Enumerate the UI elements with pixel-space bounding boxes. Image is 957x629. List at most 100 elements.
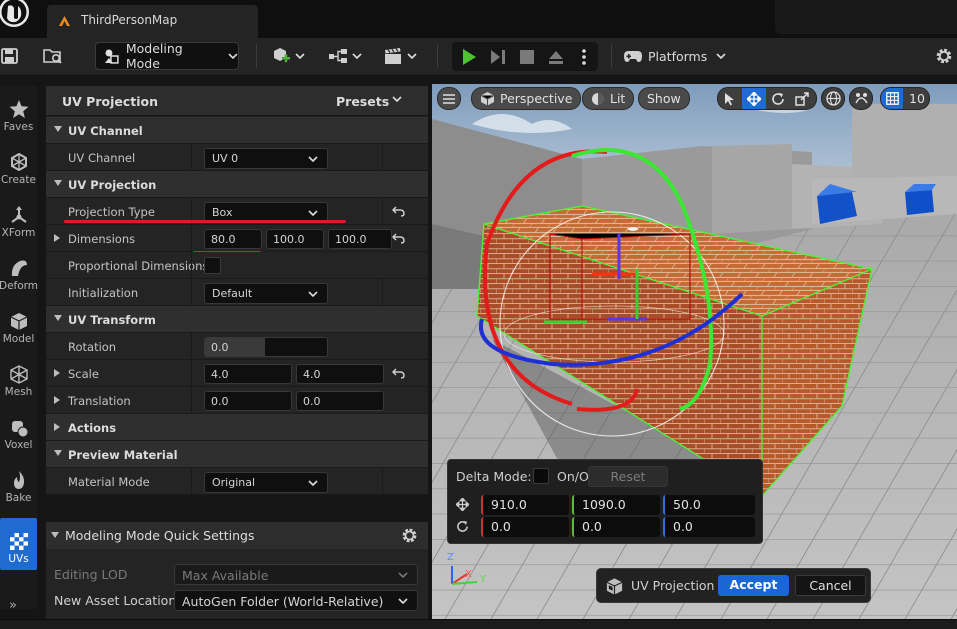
cinematics-button[interactable] xyxy=(380,38,420,74)
rotation-slider-field[interactable]: 0.0 xyxy=(204,337,328,357)
advance-frame-button[interactable] xyxy=(485,39,511,75)
mode-bake[interactable]: Bake xyxy=(0,457,37,509)
globe-icon xyxy=(825,91,841,106)
cancel-button[interactable]: Cancel xyxy=(795,575,866,596)
property-label: Initialization xyxy=(68,286,139,300)
delta-reset-button[interactable]: Reset xyxy=(588,466,668,487)
perspective-label: Perspective xyxy=(500,91,573,106)
reset-to-default-icon[interactable] xyxy=(392,206,405,217)
level-viewport[interactable]: X Y Z Perspective Lit Show 10 Delta Mode… xyxy=(432,84,957,619)
surface-snapping-toggle[interactable] xyxy=(849,87,873,110)
play-button[interactable] xyxy=(456,39,482,75)
translate-mode-button[interactable] xyxy=(742,88,766,109)
rotate-mode-button[interactable] xyxy=(766,88,790,109)
category-label: Preview Material xyxy=(68,448,178,462)
dropdown-value: AutoGen Folder (World-Relative) xyxy=(182,594,384,609)
show-button[interactable]: Show xyxy=(638,87,690,110)
save-icon[interactable] xyxy=(0,38,20,74)
stop-button[interactable] xyxy=(514,39,540,75)
grid-snap-group[interactable]: 10 xyxy=(880,87,930,110)
delta-translate-x-field[interactable]: 910.0 xyxy=(481,495,569,515)
modeling-mode-dropdown[interactable]: Modeling Mode xyxy=(95,41,239,71)
eject-icon xyxy=(549,51,563,64)
initialization-dropdown[interactable]: Default xyxy=(204,283,328,304)
perspective-button[interactable]: Perspective xyxy=(471,87,582,110)
expand-modes-icon[interactable]: » xyxy=(9,598,17,613)
category-actions[interactable]: Actions xyxy=(46,414,428,441)
scale-icon xyxy=(795,91,809,106)
unreal-logo-icon[interactable] xyxy=(0,0,32,34)
gear-icon[interactable] xyxy=(400,526,419,545)
play-icon xyxy=(463,49,476,65)
play-options-button[interactable] xyxy=(574,39,594,75)
mode-label: Deform xyxy=(0,280,39,292)
mode-mesh[interactable]: Mesh xyxy=(0,351,37,403)
add-actor-icon xyxy=(274,48,290,63)
content-browser-icon[interactable] xyxy=(40,38,66,74)
dimension-y-field[interactable]: 100.0 xyxy=(266,229,324,249)
category-preview-material[interactable]: Preview Material xyxy=(46,441,428,468)
material-mode-dropdown[interactable]: Original xyxy=(204,472,328,493)
mode-label: XForm xyxy=(1,227,36,239)
quick-settings-header[interactable]: Modeling Mode Quick Settings xyxy=(46,522,428,549)
dimension-z-field[interactable]: 100.0 xyxy=(328,229,392,249)
eject-button[interactable] xyxy=(543,39,569,75)
scale-u-field[interactable]: 4.0 xyxy=(204,364,292,384)
property-proportional-dimensions: Proportional Dimensions xyxy=(46,252,428,279)
mode-uvs[interactable]: UVs xyxy=(0,518,37,570)
mode-create[interactable]: Create xyxy=(0,139,37,191)
platforms-button[interactable]: Platforms xyxy=(624,42,726,70)
accept-button[interactable]: Accept xyxy=(718,575,789,596)
delta-rotate-y-field[interactable]: 0.0 xyxy=(572,517,660,537)
expand-arrow-icon[interactable] xyxy=(54,369,60,377)
field-value: 4.0 xyxy=(211,368,229,381)
column-divider xyxy=(382,468,383,495)
proportional-dimensions-checkbox[interactable] xyxy=(204,257,221,274)
dropdown-value: Original xyxy=(212,476,256,489)
mode-model[interactable]: Model xyxy=(0,298,37,350)
property-dimensions: Dimensions 80.0 100.0 100.0 xyxy=(46,225,428,252)
delta-rotate-x-field[interactable]: 0.0 xyxy=(481,517,569,537)
new-asset-location-dropdown[interactable]: AutoGen Folder (World-Relative) xyxy=(174,590,418,611)
scale-mode-button[interactable] xyxy=(790,88,814,109)
quick-settings-body: Editing LOD Max Available New Asset Loca… xyxy=(46,549,428,619)
expand-arrow-icon[interactable] xyxy=(54,396,60,404)
world-local-toggle[interactable] xyxy=(821,87,845,110)
lit-button[interactable]: Lit xyxy=(582,87,635,110)
mode-faves[interactable]: Faves xyxy=(0,86,37,138)
mode-voxel[interactable]: Voxel xyxy=(0,404,37,456)
reset-to-default-icon[interactable] xyxy=(392,233,405,244)
field-value: 100.0 xyxy=(335,233,367,246)
category-uv-channel[interactable]: UV Channel xyxy=(46,117,428,144)
show-label: Show xyxy=(647,91,681,106)
axis-z-label: Z xyxy=(447,552,454,563)
surface-snap-icon xyxy=(854,93,868,104)
add-actor-button[interactable] xyxy=(268,38,308,74)
mode-xform[interactable]: XForm xyxy=(0,192,37,244)
translation-u-field[interactable]: 0.0 xyxy=(204,391,292,411)
category-uv-projection[interactable]: UV Projection xyxy=(46,171,428,198)
settings-gear-icon[interactable] xyxy=(932,38,956,74)
editing-lod-dropdown[interactable]: Max Available xyxy=(174,564,418,585)
presets-button[interactable]: Presets xyxy=(336,94,389,109)
delta-mode-checkbox[interactable] xyxy=(533,468,549,484)
mode-label: Bake xyxy=(5,492,32,504)
blueprints-button[interactable] xyxy=(325,38,365,74)
category-uv-transform[interactable]: UV Transform xyxy=(46,306,428,333)
dimension-x-field[interactable]: 80.0 xyxy=(204,229,262,249)
property-material-mode: Material Mode Original xyxy=(46,468,428,495)
translation-v-field[interactable]: 0.0 xyxy=(296,391,384,411)
mode-deform[interactable]: Deform xyxy=(0,245,39,297)
chevron-down-icon[interactable] xyxy=(392,96,402,102)
reset-to-default-icon[interactable] xyxy=(392,368,405,379)
map-tab[interactable]: ThirdPersonMap xyxy=(47,5,258,38)
delta-translate-y-field[interactable]: 1090.0 xyxy=(572,495,660,515)
delta-rotate-z-field[interactable]: 0.0 xyxy=(663,517,755,537)
select-mode-button[interactable] xyxy=(718,88,742,109)
uv-channel-dropdown[interactable]: UV 0 xyxy=(204,148,328,169)
grid-snap-toggle[interactable] xyxy=(881,88,903,109)
delta-translate-z-field[interactable]: 50.0 xyxy=(663,495,755,515)
scale-v-field[interactable]: 4.0 xyxy=(296,364,384,384)
viewport-menu-button[interactable] xyxy=(437,87,461,110)
expand-arrow-icon[interactable] xyxy=(54,234,60,242)
